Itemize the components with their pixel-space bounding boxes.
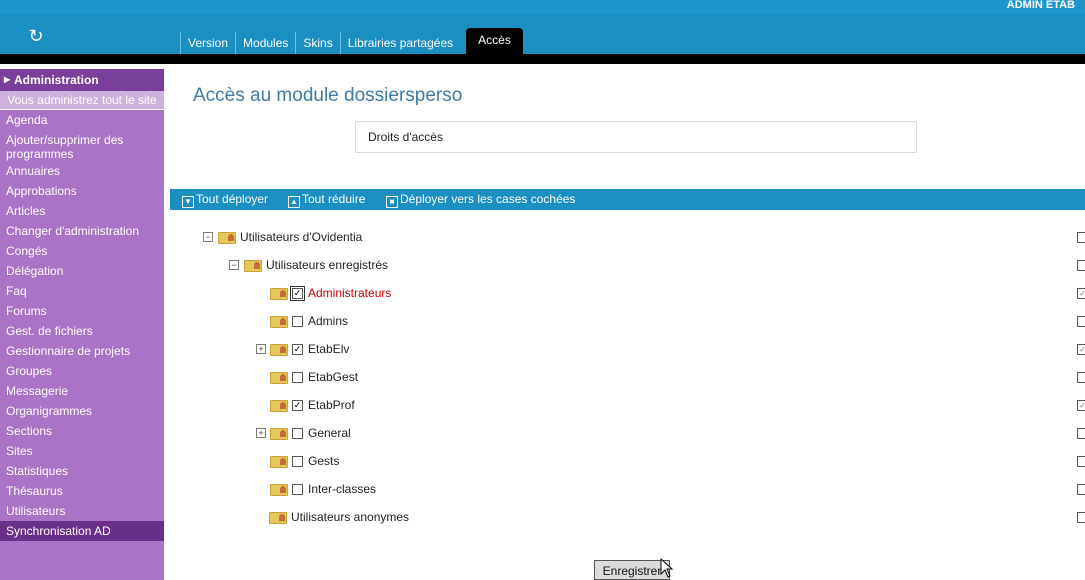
sidebar-item-ajouter-supprimer-programmes[interactable]: Ajouter/supprimer des programmes	[0, 130, 164, 164]
tab-modules[interactable]: Modules	[235, 32, 296, 54]
group-folder-icon	[270, 288, 288, 300]
group-folder-icon	[270, 316, 288, 328]
expand-icon[interactable]: +	[256, 344, 266, 354]
inherit-checkbox[interactable]: ✓	[1077, 344, 1085, 355]
tree-row: ✓ EtabProf ✓	[0, 397, 1085, 413]
group-label[interactable]: Utilisateurs d'Ovidentia	[240, 229, 362, 245]
inherit-checkbox[interactable]	[1077, 484, 1085, 495]
sidebar-item-articles[interactable]: Articles	[0, 201, 164, 221]
group-checkbox[interactable]: ✓	[290, 286, 305, 301]
refresh-icon[interactable]: ↻	[26, 26, 46, 46]
group-folder-icon	[269, 512, 287, 524]
tree-row: − Utilisateurs enregistrés	[0, 257, 1085, 273]
group-folder-icon	[270, 400, 288, 412]
group-checkbox[interactable]	[292, 428, 303, 439]
tree-row: Gests	[0, 453, 1085, 469]
page-title: Accès au module dossiersperso	[193, 85, 463, 106]
expand-checked-label: Déployer vers les cases cochées	[400, 192, 576, 206]
sidebar-item-annuaires[interactable]: Annuaires	[0, 164, 164, 181]
tab-version[interactable]: Version	[180, 32, 236, 54]
group-folder-icon	[270, 456, 288, 468]
group-folder-icon	[244, 260, 262, 272]
group-label[interactable]: EtabGest	[308, 369, 358, 385]
group-checkbox[interactable]: ✓	[292, 344, 303, 355]
tree-row: + General	[0, 425, 1085, 441]
tab-librairies-partagees[interactable]: Librairies partagées	[339, 32, 461, 54]
inherit-checkbox[interactable]	[1077, 232, 1085, 243]
tab-acces[interactable]: Accès	[466, 28, 523, 54]
group-label[interactable]: EtabElv	[308, 341, 349, 357]
group-folder-icon	[218, 232, 236, 244]
group-folder-icon	[270, 428, 288, 440]
tab-bar: Version Modules Skins Librairies partagé…	[180, 28, 523, 54]
tree-toolbar: ▼ Tout déployer ▲ Tout réduire ■ Déployer v…	[170, 189, 1085, 210]
tree-row: Admins	[0, 313, 1085, 329]
sidebar-header[interactable]: ▶ Administration	[0, 69, 164, 91]
inherit-checkbox[interactable]	[1077, 456, 1085, 467]
group-label[interactable]: Administrateurs	[308, 285, 391, 301]
mouse-cursor-icon	[660, 558, 674, 578]
inherit-checkbox[interactable]	[1077, 372, 1085, 383]
collapse-all-button[interactable]: ▲ Tout réduire	[288, 192, 365, 208]
group-label[interactable]: Utilisateurs anonymes	[291, 509, 409, 525]
inherit-checkbox[interactable]: ✓	[1077, 288, 1085, 299]
sidebar-title: Administration	[14, 73, 99, 87]
tree-row: ✓ Administrateurs ✓	[0, 285, 1085, 301]
group-label[interactable]: Admins	[308, 313, 348, 329]
inherit-checkbox[interactable]	[1077, 260, 1085, 271]
group-checkbox[interactable]	[292, 456, 303, 467]
collapse-triangle-icon: ▶	[4, 75, 11, 84]
collapse-all-label: Tout réduire	[302, 192, 366, 206]
top-accent-bar	[0, 0, 1085, 14]
tree-row: − Utilisateurs d'Ovidentia	[0, 229, 1085, 245]
expand-checked-button[interactable]: ■ Déployer vers les cases cochées	[386, 192, 575, 208]
group-label[interactable]: EtabProf	[308, 397, 355, 413]
sidebar-note: Vous administrez tout le site	[0, 91, 164, 110]
tree-row: + ✓ EtabElv ✓	[0, 341, 1085, 357]
tab-skins[interactable]: Skins	[295, 32, 340, 54]
inherit-checkbox[interactable]: ✓	[1077, 400, 1085, 411]
expand-checked-icon: ■	[386, 196, 398, 208]
inherit-checkbox[interactable]	[1077, 316, 1085, 327]
access-rights-selector[interactable]: Droits d'accès	[355, 121, 917, 153]
tree-row: EtabGest	[0, 369, 1085, 385]
tree-row: Inter-classes	[0, 481, 1085, 497]
group-checkbox[interactable]	[292, 484, 303, 495]
group-folder-icon	[270, 484, 288, 496]
save-button[interactable]: Enregistrer	[594, 560, 670, 580]
group-checkbox[interactable]: ✓	[292, 400, 303, 411]
collapse-all-icon: ▲	[288, 196, 300, 208]
group-folder-icon	[270, 344, 288, 356]
group-folder-icon	[270, 372, 288, 384]
expand-all-button[interactable]: ▼ Tout déployer	[182, 192, 268, 208]
inherit-checkbox[interactable]	[1077, 428, 1085, 439]
sidebar-item-agenda[interactable]: Agenda	[0, 110, 164, 130]
collapse-icon[interactable]: −	[203, 232, 213, 242]
inherit-checkbox[interactable]	[1077, 512, 1085, 523]
header-divider	[0, 54, 1085, 64]
collapse-icon[interactable]: −	[229, 260, 239, 270]
group-label[interactable]: Inter-classes	[308, 481, 376, 497]
expand-all-icon: ▼	[182, 196, 194, 208]
group-checkbox[interactable]	[292, 372, 303, 383]
group-label[interactable]: Utilisateurs enregistrés	[266, 257, 388, 273]
group-label[interactable]: General	[308, 425, 351, 441]
tree-row: Utilisateurs anonymes	[0, 509, 1085, 525]
group-checkbox[interactable]	[292, 316, 303, 327]
sidebar-item-approbations[interactable]: Approbations	[0, 181, 164, 201]
expand-all-label: Tout déployer	[196, 192, 269, 206]
user-label: ADMIN ETAB	[1006, 0, 1075, 11]
expand-icon[interactable]: +	[256, 428, 266, 438]
top-bar: ADMIN ETAB ↻ Version Modules Skins Libra…	[0, 0, 1085, 54]
group-label[interactable]: Gests	[308, 453, 339, 469]
